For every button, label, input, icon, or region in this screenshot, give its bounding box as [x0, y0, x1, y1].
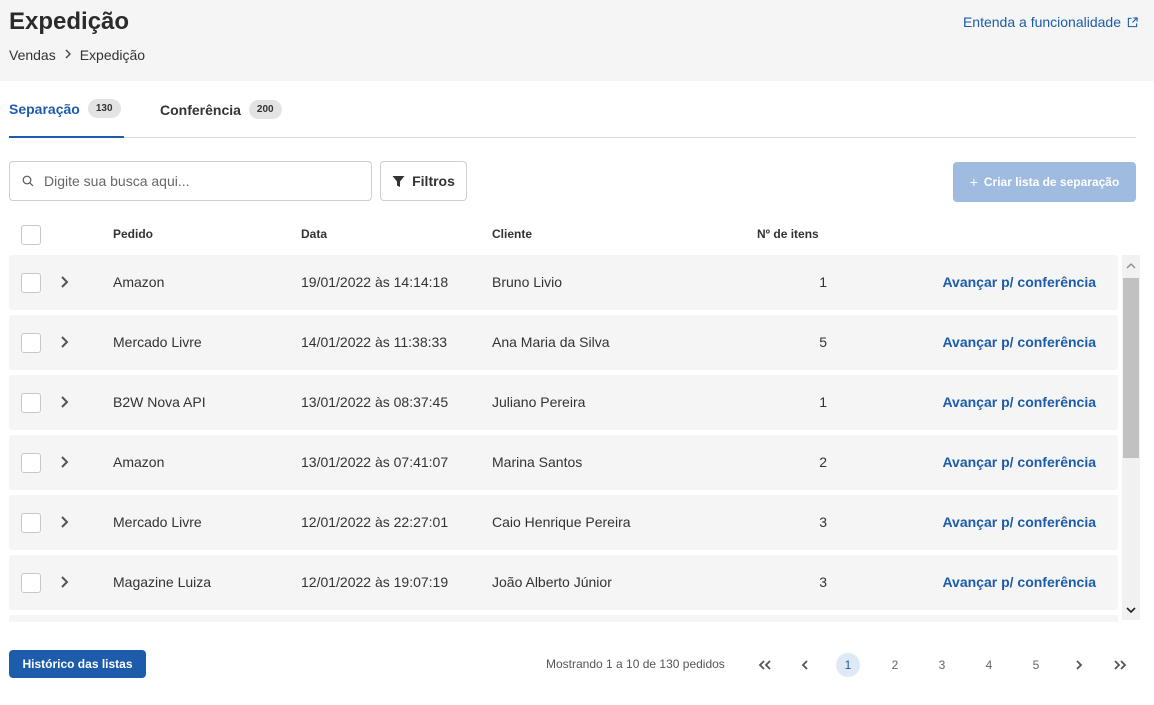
row-checkbox[interactable]	[21, 573, 41, 593]
advance-to-conference-link[interactable]: Avançar p/ conferência	[942, 394, 1096, 410]
cell-cliente: Marina Santos	[492, 454, 583, 470]
filter-icon	[392, 175, 405, 187]
row-checkbox[interactable]	[21, 513, 41, 533]
help-link-label: Entenda a funcionalidade	[962, 14, 1121, 30]
pagination-info: Mostrando 1 a 10 de 130 pedidos	[546, 657, 725, 671]
cell-data: 13/01/2022 às 08:37:45	[301, 394, 449, 410]
count-badge: 200	[248, 100, 282, 119]
chevron-right-icon[interactable]	[59, 515, 71, 529]
row-checkbox[interactable]	[21, 273, 41, 293]
table-row: B2W Nova API 13/01/2022 às 08:37:45 Juli…	[9, 375, 1118, 430]
chevron-right-icon	[64, 48, 72, 62]
breadcrumb-item-vendas[interactable]: Vendas	[9, 47, 56, 63]
tab-separacao[interactable]: Separação 130	[9, 81, 124, 138]
advance-to-conference-link[interactable]: Avançar p/ conferência	[942, 334, 1096, 350]
breadcrumb-item-expedicao: Expedição	[79, 47, 146, 63]
cell-itens: 1	[819, 274, 827, 290]
create-list-label: Criar lista de separação	[983, 175, 1120, 189]
row-checkbox[interactable]	[21, 453, 41, 473]
table-row: Magazine Luiza 12/01/2022 às 19:07:19 Jo…	[9, 555, 1118, 610]
breadcrumb: Vendas Expedição	[9, 47, 145, 63]
page-button-4[interactable]: 4	[977, 653, 1001, 677]
plus-icon: +	[969, 174, 978, 190]
chevron-right-icon[interactable]	[59, 335, 71, 349]
chevron-right-icon[interactable]	[59, 575, 71, 589]
help-link[interactable]: Entenda a funcionalidade	[963, 14, 1138, 30]
cell-pedido: Mercado Livre	[113, 334, 202, 350]
first-page-icon[interactable]	[753, 653, 777, 677]
scroll-down-icon[interactable]	[1122, 602, 1140, 618]
advance-to-conference-link[interactable]: Avançar p/ conferência	[942, 274, 1096, 290]
cell-data: 12/01/2022 às 22:27:01	[301, 514, 449, 530]
page-button-3[interactable]: 3	[930, 653, 954, 677]
next-page-icon[interactable]	[1067, 653, 1091, 677]
cell-cliente: Ana Maria da Silva	[492, 334, 610, 350]
advance-to-conference-link[interactable]: Avançar p/ conferência	[942, 574, 1096, 590]
cell-itens: 2	[819, 454, 827, 470]
cell-itens: 5	[819, 334, 827, 350]
page-button-5[interactable]: 5	[1024, 653, 1048, 677]
select-all-checkbox[interactable]	[21, 225, 41, 245]
table-row: Mercado Livre 12/01/2022 às 22:27:01 Cai…	[9, 495, 1118, 550]
scrollbar-thumb[interactable]	[1123, 278, 1139, 458]
scroll-up-icon[interactable]	[1122, 257, 1140, 273]
tabs: Separação 130 Conferência 200	[9, 81, 1136, 138]
table-row: Mercado Livre 14/01/2022 às 11:38:33 Ana…	[9, 315, 1118, 370]
cell-pedido: Magazine Luiza	[113, 574, 212, 590]
advance-to-conference-link[interactable]: Avançar p/ conferência	[942, 514, 1096, 530]
external-link-icon	[1127, 16, 1138, 27]
search-box	[9, 161, 372, 201]
page-button-2[interactable]: 2	[883, 653, 907, 677]
table-row: Amazon 19/01/2022 às 14:14:18 Bruno Livi…	[9, 255, 1118, 310]
column-header-cliente: Cliente	[492, 227, 533, 241]
cell-itens: 3	[819, 574, 827, 590]
page-title: Expedição	[9, 8, 130, 35]
cell-cliente: Juliano Pereira	[492, 394, 586, 410]
row-checkbox[interactable]	[21, 333, 41, 353]
cell-itens: 3	[819, 514, 827, 530]
chevron-right-icon[interactable]	[59, 275, 71, 289]
cell-pedido: Mercado Livre	[113, 514, 202, 530]
cell-data: 12/01/2022 às 19:07:19	[301, 574, 449, 590]
search-input[interactable]	[44, 173, 344, 189]
table-header: Pedido Data Cliente Nº de itens	[9, 220, 1119, 250]
chevron-right-icon[interactable]	[59, 395, 71, 409]
cell-cliente: Caio Henrique Pereira	[492, 514, 631, 530]
last-page-icon[interactable]	[1108, 653, 1132, 677]
row-checkbox[interactable]	[21, 393, 41, 413]
cell-pedido: Amazon	[113, 454, 165, 470]
cell-data: 13/01/2022 às 07:41:07	[301, 454, 449, 470]
column-header-pedido: Pedido	[113, 227, 154, 241]
create-list-button[interactable]: + Criar lista de separação	[953, 162, 1136, 202]
prev-page-icon[interactable]	[793, 653, 817, 677]
cell-pedido: Amazon	[113, 274, 165, 290]
filters-label: Filtros	[412, 173, 455, 189]
column-header-itens: Nº de itens	[757, 227, 819, 241]
cell-pedido: B2W Nova API	[113, 394, 206, 410]
filters-button[interactable]: Filtros	[380, 161, 467, 201]
table-row-partial	[9, 615, 1118, 622]
cell-cliente: João Alberto Júnior	[492, 574, 612, 590]
cell-data: 19/01/2022 às 14:14:18	[301, 274, 449, 290]
chevron-right-icon[interactable]	[59, 455, 71, 469]
cell-data: 14/01/2022 às 11:38:33	[301, 334, 448, 350]
tab-label: Separação	[9, 100, 80, 117]
page-button-1[interactable]: 1	[836, 653, 860, 677]
page-header: Expedição Entenda a funcionalidade Venda…	[0, 0, 1154, 81]
search-icon	[22, 175, 34, 187]
advance-to-conference-link[interactable]: Avançar p/ conferência	[942, 454, 1096, 470]
count-badge: 130	[87, 99, 121, 118]
cell-cliente: Bruno Livio	[492, 274, 563, 290]
tab-conferencia[interactable]: Conferência 200	[160, 81, 282, 138]
tab-label: Conferência	[160, 101, 241, 118]
table-scrollbar[interactable]	[1122, 255, 1140, 620]
history-button[interactable]: Histórico das listas	[9, 650, 146, 678]
table-body: Amazon 19/01/2022 às 14:14:18 Bruno Livi…	[9, 255, 1118, 622]
cell-itens: 1	[819, 394, 827, 410]
column-header-data: Data	[301, 227, 328, 241]
table-row: Amazon 13/01/2022 às 07:41:07 Marina San…	[9, 435, 1118, 490]
